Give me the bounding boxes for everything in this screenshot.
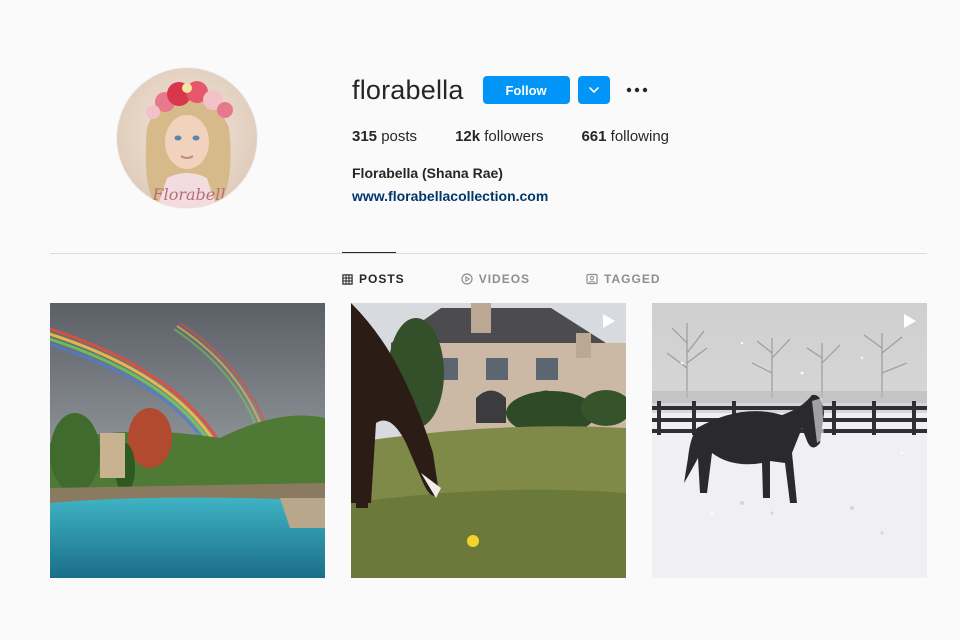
tabs-divider (50, 253, 927, 254)
profile-info: florabella Follow 315 posts 12k follower… (352, 72, 912, 205)
tab-videos-label: VIDEOS (478, 272, 531, 286)
tab-videos[interactable]: VIDEOS (461, 270, 530, 288)
profile-stats: 315 posts 12k followers 661 following (352, 128, 912, 145)
video-indicator-icon (603, 314, 615, 328)
followers-stat[interactable]: 12k followers (455, 128, 543, 145)
chevron-down-icon (588, 87, 599, 93)
following-label: following (610, 128, 670, 145)
posts-label: posts (381, 128, 418, 145)
following-stat[interactable]: 661 following (581, 128, 669, 145)
tab-tagged-label: TAGGED (604, 272, 661, 286)
active-tab-indicator (342, 252, 396, 253)
avatar-image: Florabell (117, 68, 257, 208)
post-image-rainbow-pool (50, 303, 325, 578)
posts-count: 315 (352, 128, 378, 145)
username: florabella (352, 74, 464, 105)
post-thumbnail[interactable] (50, 303, 325, 578)
tagged-icon (586, 273, 598, 285)
post-image-horse-snow (652, 303, 927, 578)
post-thumbnail[interactable] (351, 303, 626, 578)
tab-posts[interactable]: POSTS (342, 270, 405, 288)
profile-avatar[interactable]: Florabell (117, 68, 257, 208)
play-circle-icon (461, 273, 473, 285)
website-link[interactable]: www.florabellacollection.com (352, 188, 912, 204)
suggested-dropdown-button[interactable] (577, 76, 610, 104)
profile-tabs: POSTS VIDEOS TAGGED (342, 270, 717, 288)
follow-button[interactable]: Follow (482, 76, 570, 104)
post-image-horse-grazing (351, 303, 626, 578)
followers-label: followers (484, 128, 544, 145)
more-options-icon (626, 87, 647, 93)
video-indicator-icon (904, 314, 916, 328)
posts-stat: 315 posts (352, 128, 417, 145)
more-options-button[interactable] (626, 76, 648, 104)
tab-tagged[interactable]: TAGGED (586, 270, 660, 288)
followers-count: 12k (455, 128, 481, 145)
full-name: Florabella (Shana Rae) (352, 165, 503, 181)
following-count: 661 (581, 128, 607, 145)
grid-icon (342, 273, 353, 285)
username-row: florabella Follow (352, 72, 912, 108)
avatar-signature: Florabell (152, 185, 226, 204)
tab-posts-label: POSTS (359, 272, 405, 286)
post-thumbnail[interactable] (652, 303, 927, 578)
